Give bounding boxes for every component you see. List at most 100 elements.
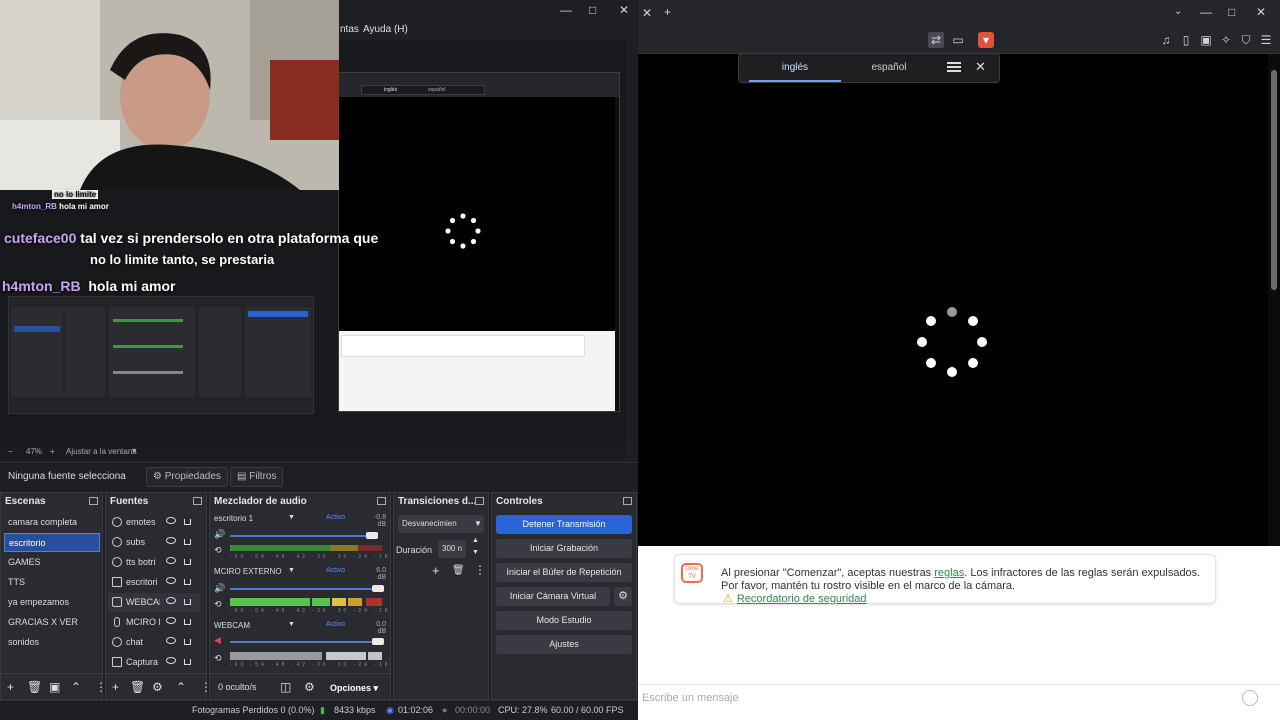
volume-knob[interactable] <box>366 532 378 539</box>
volume-knob[interactable] <box>372 585 384 592</box>
source-item[interactable]: chat <box>108 633 200 652</box>
scene-item-selected[interactable]: escritorio <box>4 533 100 552</box>
menu-help[interactable]: Ayuda (H) <box>363 24 408 35</box>
volume-slider[interactable] <box>230 535 370 537</box>
scene-item[interactable]: sonidos <box>4 633 100 652</box>
scene-item[interactable]: GRACIAS X VER <box>4 613 100 632</box>
lock-icon[interactable] <box>184 539 191 545</box>
minimize-icon[interactable]: — <box>1200 5 1212 19</box>
translate-close-icon[interactable]: ✕ <box>975 59 986 75</box>
lock-icon[interactable] <box>184 659 191 665</box>
move-up-icon[interactable]: ⌃ <box>71 680 81 694</box>
move-up-icon[interactable]: ⌃ <box>176 680 186 694</box>
stepper-down-icon[interactable]: ▼ <box>472 549 479 556</box>
tab-list-icon[interactable]: ⌄ <box>1174 6 1182 17</box>
tab-close-icon[interactable]: ✕ <box>642 6 652 20</box>
vpn-icon[interactable]: ⛉ <box>1238 32 1254 48</box>
source-item[interactable]: escritori <box>108 573 200 592</box>
wallet-icon[interactable]: ▣ <box>1198 32 1214 48</box>
sidebar-icon[interactable]: ▯ <box>1178 32 1194 48</box>
zoom-out-icon[interactable]: − <box>8 447 13 456</box>
channel-menu-icon[interactable]: ▼ <box>288 621 295 628</box>
speaker-icon[interactable]: 🔊 <box>214 583 225 594</box>
maximize-icon[interactable]: □ <box>589 3 596 17</box>
message-input[interactable]: Escribe un mensaje <box>638 684 1280 712</box>
properties-button[interactable]: ⚙ Propiedades <box>146 467 228 487</box>
minimize-icon[interactable]: — <box>560 3 572 17</box>
layout-icon[interactable]: ◫ <box>280 680 291 694</box>
brave-shield-icon[interactable]: ▾ <box>978 32 994 48</box>
lock-icon[interactable] <box>184 619 191 625</box>
maximize-icon[interactable]: □ <box>1228 5 1235 19</box>
emoji-icon[interactable] <box>1242 690 1258 706</box>
add-icon[interactable]: + <box>432 563 440 578</box>
duration-input[interactable]: 300 n <box>438 540 466 558</box>
eye-icon[interactable] <box>166 517 176 524</box>
chevron-down-icon[interactable]: ▼ <box>474 519 482 528</box>
advanced-audio-icon[interactable]: ⚙ <box>304 680 315 694</box>
lock-icon[interactable] <box>184 639 191 645</box>
gear-icon[interactable]: ⚙ <box>614 587 632 606</box>
lock-icon[interactable] <box>184 559 191 565</box>
scene-item[interactable]: camara completa <box>4 513 100 532</box>
dock-float-icon[interactable] <box>193 497 202 505</box>
virtual-camera-button[interactable]: Iniciar Cámara Virtual <box>496 587 610 606</box>
menu-tools[interactable]: ntas <box>340 24 359 35</box>
new-tab-icon[interactable]: + <box>664 5 671 19</box>
studio-mode-button[interactable]: Modo Estudio <box>496 611 632 630</box>
zoom-in-icon[interactable]: + <box>50 447 55 456</box>
music-icon[interactable]: ♫ <box>1158 32 1174 48</box>
trash-icon[interactable]: 🗑 <box>27 680 42 694</box>
muted-speaker-icon[interactable]: ◀ <box>214 635 221 646</box>
eye-icon[interactable] <box>166 537 176 544</box>
safety-reminder-link[interactable]: ⚠ Recordatorio de seguridad <box>723 593 867 606</box>
zoom-dropdown-icon[interactable]: ▾ <box>132 446 136 455</box>
scene-item[interactable]: ya empezamos <box>4 593 100 612</box>
lock-icon[interactable] <box>184 519 191 525</box>
add-icon[interactable]: + <box>7 680 14 694</box>
source-item[interactable]: WEBCAM <box>108 593 200 612</box>
filter-icon[interactable]: ▣ <box>49 680 60 694</box>
gear-icon[interactable]: ⚙ <box>152 680 163 694</box>
source-item[interactable]: subs <box>108 533 200 552</box>
scrollbar-thumb[interactable] <box>1271 70 1277 290</box>
cast-icon[interactable]: ▭ <box>950 32 966 48</box>
source-item[interactable]: MCIRO E <box>108 613 200 632</box>
eye-icon[interactable] <box>166 557 176 564</box>
volume-slider[interactable] <box>230 588 376 590</box>
leo-ai-icon[interactable]: ✧ <box>1218 32 1234 48</box>
zoom-fit[interactable]: Ajustar a la ventana <box>66 447 137 456</box>
eye-icon[interactable] <box>166 577 176 584</box>
lock-icon[interactable] <box>184 579 191 585</box>
monitor-icon[interactable]: ⟲ <box>214 599 222 610</box>
source-item[interactable]: tts botri <box>108 553 200 572</box>
replay-buffer-button[interactable]: Iniciar el Búfer de Repetición <box>496 563 632 582</box>
add-icon[interactable]: + <box>112 680 119 694</box>
volume-slider[interactable] <box>230 641 376 643</box>
source-item[interactable]: emotes <box>108 513 200 532</box>
translate-menu-icon[interactable] <box>947 60 961 74</box>
options-button[interactable]: Opciones ▾ <box>330 680 382 696</box>
translate-icon[interactable]: ⇄ <box>928 32 944 48</box>
trash-icon[interactable]: 🗑 <box>452 565 465 576</box>
stepper-up-icon[interactable]: ▲ <box>472 537 479 544</box>
scene-item[interactable]: GAMES <box>4 553 100 572</box>
eye-icon[interactable] <box>166 637 176 644</box>
tab-english[interactable]: inglés <box>749 54 841 82</box>
close-icon[interactable]: ✕ <box>619 3 629 17</box>
source-item[interactable]: Captura <box>108 653 200 672</box>
settings-button[interactable]: Ajustes <box>496 635 632 654</box>
dock-float-icon[interactable] <box>475 497 484 505</box>
monitor-icon[interactable]: ⟲ <box>214 545 222 556</box>
eye-icon[interactable] <box>166 657 176 664</box>
dock-float-icon[interactable] <box>89 497 98 505</box>
more-icon[interactable]: ⋮ <box>474 563 486 577</box>
start-recording-button[interactable]: Iniciar Grabación <box>496 539 632 558</box>
dock-float-icon[interactable] <box>377 497 386 505</box>
transition-select[interactable]: Desvanecimien <box>398 515 484 533</box>
tab-spanish[interactable]: español <box>843 54 935 82</box>
eye-icon[interactable] <box>166 597 176 604</box>
window-close-icon[interactable]: ✕ <box>1256 5 1266 19</box>
menu-icon[interactable]: ☰ <box>1258 32 1274 48</box>
trash-icon[interactable]: 🗑 <box>130 680 145 694</box>
